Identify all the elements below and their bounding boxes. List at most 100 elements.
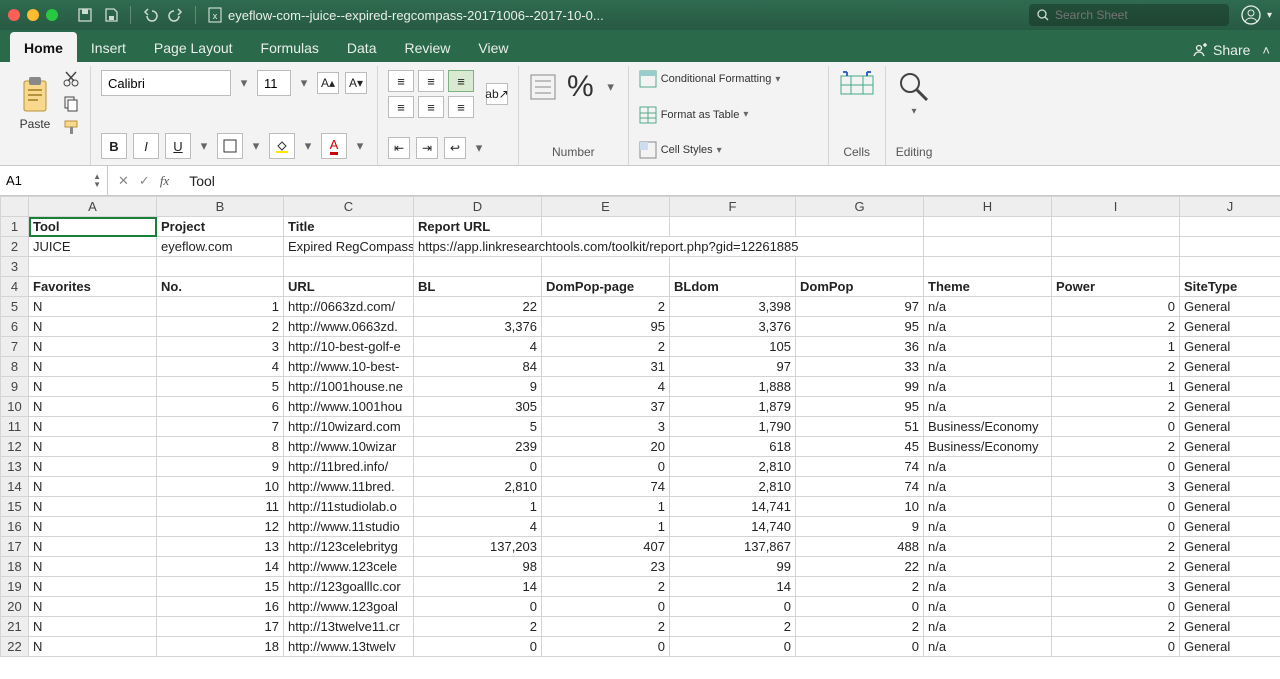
cell[interactable]: http://11bred.info/ — [284, 457, 414, 477]
cell[interactable]: 407 — [542, 537, 670, 557]
row-header[interactable]: 19 — [1, 577, 29, 597]
cell[interactable]: http://10-best-golf-e — [284, 337, 414, 357]
cell[interactable] — [29, 257, 157, 277]
cell[interactable]: https://app.linkresearchtools.com/toolki… — [414, 237, 924, 257]
cell[interactable]: 1 — [542, 517, 670, 537]
col-header[interactable]: D — [414, 197, 542, 217]
cell[interactable]: General — [1180, 557, 1280, 577]
cell[interactable]: General — [1180, 317, 1280, 337]
row-header[interactable]: 10 — [1, 397, 29, 417]
cell[interactable]: N — [29, 477, 157, 497]
cell[interactable]: N — [29, 417, 157, 437]
cell[interactable]: n/a — [924, 577, 1052, 597]
cell[interactable]: 99 — [796, 377, 924, 397]
row-header[interactable]: 2 — [1, 237, 29, 257]
cell[interactable]: No. — [157, 277, 284, 297]
cell[interactable]: DomPop-page — [542, 277, 670, 297]
cell[interactable]: http://10wizard.com — [284, 417, 414, 437]
cell[interactable]: 9 — [157, 457, 284, 477]
cell[interactable]: 2 — [1052, 317, 1180, 337]
cell[interactable]: General — [1180, 637, 1280, 657]
cell[interactable]: 74 — [796, 457, 924, 477]
cell[interactable]: URL — [284, 277, 414, 297]
cell[interactable]: Theme — [924, 277, 1052, 297]
col-header[interactable]: G — [796, 197, 924, 217]
cell[interactable]: 0 — [542, 637, 670, 657]
font-color-button[interactable]: A — [321, 133, 347, 159]
col-header[interactable]: E — [542, 197, 670, 217]
orientation-button[interactable]: ab↗ — [486, 83, 508, 105]
cell[interactable]: N — [29, 397, 157, 417]
row-header[interactable]: 6 — [1, 317, 29, 337]
formula-input[interactable]: Tool — [183, 173, 1280, 189]
cell[interactable]: 14 — [414, 577, 542, 597]
cell[interactable]: 95 — [542, 317, 670, 337]
cell[interactable]: 2 — [1052, 557, 1180, 577]
cell[interactable]: General — [1180, 397, 1280, 417]
cell[interactable] — [670, 257, 796, 277]
cell[interactable]: n/a — [924, 537, 1052, 557]
cell[interactable]: 36 — [796, 337, 924, 357]
col-header[interactable]: H — [924, 197, 1052, 217]
cell[interactable]: http://www.1001hou — [284, 397, 414, 417]
cell[interactable]: 4 — [414, 337, 542, 357]
cell[interactable]: 2 — [1052, 537, 1180, 557]
row-header[interactable]: 5 — [1, 297, 29, 317]
cell[interactable]: 1,790 — [670, 417, 796, 437]
cell[interactable]: Business/Economy — [924, 417, 1052, 437]
underline-button[interactable]: U — [165, 133, 191, 159]
cell[interactable]: http://www.11bred. — [284, 477, 414, 497]
cell[interactable]: http://1001house.ne — [284, 377, 414, 397]
cell[interactable]: 2 — [796, 617, 924, 637]
cell[interactable]: N — [29, 577, 157, 597]
redo-icon[interactable] — [165, 4, 187, 26]
autosave-icon[interactable] — [74, 4, 96, 26]
font-size-select[interactable] — [257, 70, 291, 96]
row-header[interactable]: 11 — [1, 417, 29, 437]
cell[interactable]: 5 — [157, 377, 284, 397]
increase-font-icon[interactable]: A▴ — [317, 72, 339, 94]
search-input[interactable] — [1055, 8, 1221, 22]
cell[interactable]: n/a — [924, 517, 1052, 537]
user-icon[interactable] — [1241, 5, 1261, 25]
cell[interactable]: 10 — [157, 477, 284, 497]
cell[interactable]: BLdom — [670, 277, 796, 297]
cell[interactable]: 2 — [670, 617, 796, 637]
cell[interactable]: 7 — [157, 417, 284, 437]
cell[interactable]: n/a — [924, 477, 1052, 497]
row-header[interactable]: 3 — [1, 257, 29, 277]
cell[interactable]: n/a — [924, 637, 1052, 657]
cell[interactable]: 17 — [157, 617, 284, 637]
cells-button[interactable] — [839, 70, 875, 100]
fx-icon[interactable]: fx — [160, 173, 169, 189]
cell[interactable]: DomPop — [796, 277, 924, 297]
cell[interactable]: Business/Economy — [924, 437, 1052, 457]
cell[interactable]: N — [29, 297, 157, 317]
cell[interactable]: 22 — [796, 557, 924, 577]
cell[interactable]: N — [29, 597, 157, 617]
cell[interactable]: http://www.10-best- — [284, 357, 414, 377]
cell[interactable]: 37 — [542, 397, 670, 417]
collapse-ribbon-icon[interactable]: ˄ — [1262, 43, 1270, 58]
cell[interactable]: 3 — [542, 417, 670, 437]
spreadsheet-grid[interactable]: A B C D E F G H I J 1 Tool ProjectTitleR… — [0, 196, 1280, 679]
col-header[interactable]: I — [1052, 197, 1180, 217]
cell[interactable]: 2 — [796, 577, 924, 597]
cell[interactable]: 5 — [414, 417, 542, 437]
cell[interactable]: 0 — [542, 597, 670, 617]
number-chevron-icon[interactable]: ▾ — [604, 79, 618, 95]
cell[interactable]: General — [1180, 617, 1280, 637]
cell[interactable]: n/a — [924, 337, 1052, 357]
cell[interactable]: General — [1180, 417, 1280, 437]
cell[interactable]: N — [29, 357, 157, 377]
col-header[interactable]: A — [29, 197, 157, 217]
cell-styles-button[interactable]: Cell Styles▾ — [639, 141, 818, 159]
cell[interactable]: 0 — [670, 597, 796, 617]
name-box[interactable]: ▲▼ — [0, 166, 108, 195]
cell[interactable]: 12 — [157, 517, 284, 537]
cell[interactable] — [1052, 257, 1180, 277]
font-name-chevron-icon[interactable]: ▾ — [237, 75, 251, 91]
cell[interactable] — [924, 217, 1052, 237]
cell[interactable]: n/a — [924, 617, 1052, 637]
row-header[interactable]: 22 — [1, 637, 29, 657]
